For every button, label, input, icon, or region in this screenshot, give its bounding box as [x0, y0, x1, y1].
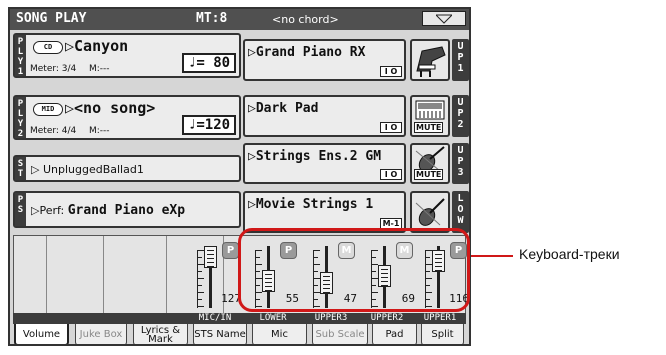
- empty-channel: [14, 236, 47, 315]
- tab-split[interactable]: Split: [421, 324, 464, 344]
- player1-tag: P L Y 1: [15, 35, 26, 77]
- tab-lyrics-mark[interactable]: Lyrics & Mark: [133, 324, 188, 344]
- mute-indicator: MUTE: [414, 122, 444, 133]
- track-upper3-sound[interactable]: ▷Strings Ens.2 GM I O: [243, 143, 406, 184]
- mute-indicator: MUTE: [414, 169, 444, 180]
- performance-tag: P S: [15, 193, 26, 226]
- player1-measure: M:---: [89, 64, 110, 74]
- side-tag-upper1: U P 1: [452, 39, 469, 81]
- side-tag-upper2: U P 2: [452, 95, 469, 137]
- tab-bar: Volume Juke Box Lyrics & Mark STS Name M…: [13, 324, 466, 344]
- volume-slider-micin[interactable]: P 127: [187, 242, 243, 308]
- title-bar: SONG PLAY MT:8 <no chord>: [10, 9, 469, 30]
- track-upper2-name: ▷Dark Pad: [248, 101, 319, 116]
- tab-volume[interactable]: Volume: [14, 324, 69, 344]
- slider-scale: [197, 250, 204, 308]
- midi-icon: MID: [33, 103, 63, 116]
- empty-channel: [104, 236, 167, 315]
- style-tag: S T: [15, 157, 26, 180]
- empty-channel: [47, 236, 104, 315]
- tab-pad[interactable]: Pad: [372, 324, 417, 344]
- channel-label-micin: MIC/IN: [198, 313, 232, 323]
- style-box[interactable]: S T ▷ UnpluggedBallad1: [13, 155, 241, 182]
- tab-mic[interactable]: Mic: [252, 324, 307, 344]
- channel-label-upper3: UPPER3: [314, 313, 348, 323]
- style-name: ▷ UnpluggedBallad1: [31, 163, 144, 176]
- piano-icon: [416, 46, 446, 77]
- track-upper2-icon-button[interactable]: MUTE: [410, 95, 450, 137]
- tab-jukebox[interactable]: Juke Box: [75, 324, 127, 344]
- side-tag-upper3: U P 3: [452, 143, 469, 184]
- track-upper1-sound[interactable]: ▷Grand Piano RX I O: [243, 39, 406, 81]
- track-upper1-icon-button[interactable]: [410, 39, 450, 81]
- performance-box[interactable]: P S ▷Perf: Grand Piano eXp: [13, 191, 241, 228]
- player1-meter: Meter: 3/4: [30, 64, 77, 74]
- keyboard-tracks-callout: Keyboard-треки: [519, 246, 620, 262]
- chevron-down-icon: [436, 14, 452, 24]
- callout-line: [471, 255, 513, 257]
- tab-sub-scale[interactable]: Sub Scale: [312, 324, 368, 344]
- violin-icon: [415, 198, 445, 226]
- keyboard-tracks-highlight: [238, 228, 470, 312]
- player1-song-name: CD ▷Canyon: [33, 37, 128, 55]
- player2-tag: P L Y 2: [15, 97, 26, 139]
- channel-label-upper1: UPPER1: [423, 313, 457, 323]
- page-menu-button[interactable]: [422, 11, 466, 26]
- play-button[interactable]: P: [222, 242, 239, 259]
- cd-icon: CD: [33, 41, 63, 54]
- page-title: SONG PLAY: [16, 11, 87, 26]
- player2-meter: Meter: 4/4: [30, 126, 77, 136]
- channel-label-upper2: UPPER2: [370, 313, 404, 323]
- mt-readout: MT:8: [196, 11, 228, 26]
- synth-icon: [415, 100, 445, 120]
- tab-sts-name[interactable]: STS Name: [193, 324, 247, 344]
- player1-tempo[interactable]: ♩= 80: [182, 53, 236, 73]
- player2-box[interactable]: P L Y 2 MID ▷<no song> Meter: 4/4 M:--- ♩…: [13, 95, 241, 140]
- track-upper1-bank: I O: [380, 66, 402, 77]
- player1-box[interactable]: P L Y 1 CD ▷Canyon Meter: 3/4 M:--- ♩= 80: [13, 33, 241, 78]
- track-upper3-name: ▷Strings Ens.2 GM: [248, 149, 382, 164]
- player2-measure: M:---: [89, 126, 110, 136]
- side-tag-lower: L O W: [452, 191, 469, 233]
- track-lower-name: ▷Movie Strings 1: [248, 197, 374, 212]
- channel-label-row: MIC/IN LOWER UPPER3 UPPER2 UPPER1: [13, 313, 466, 324]
- track-upper2-sound[interactable]: ▷Dark Pad I O: [243, 95, 406, 137]
- performance-name: ▷Perf: Grand Piano eXp: [31, 203, 186, 218]
- chord-readout: <no chord>: [272, 13, 339, 26]
- player2-song-name: MID ▷<no song>: [33, 99, 155, 117]
- channel-label-lower: LOWER: [259, 313, 287, 323]
- track-upper3-bank: I O: [380, 169, 402, 180]
- slider-thumb[interactable]: [204, 246, 217, 268]
- track-lower-icon-button[interactable]: [410, 191, 450, 233]
- track-upper2-bank: I O: [380, 122, 402, 133]
- player2-tempo[interactable]: ♩=120: [182, 115, 236, 135]
- track-upper1-name: ▷Grand Piano RX: [248, 45, 366, 60]
- track-upper3-icon-button[interactable]: MUTE: [410, 143, 450, 184]
- track-lower-sound[interactable]: ▷Movie Strings 1 M-1: [243, 191, 406, 233]
